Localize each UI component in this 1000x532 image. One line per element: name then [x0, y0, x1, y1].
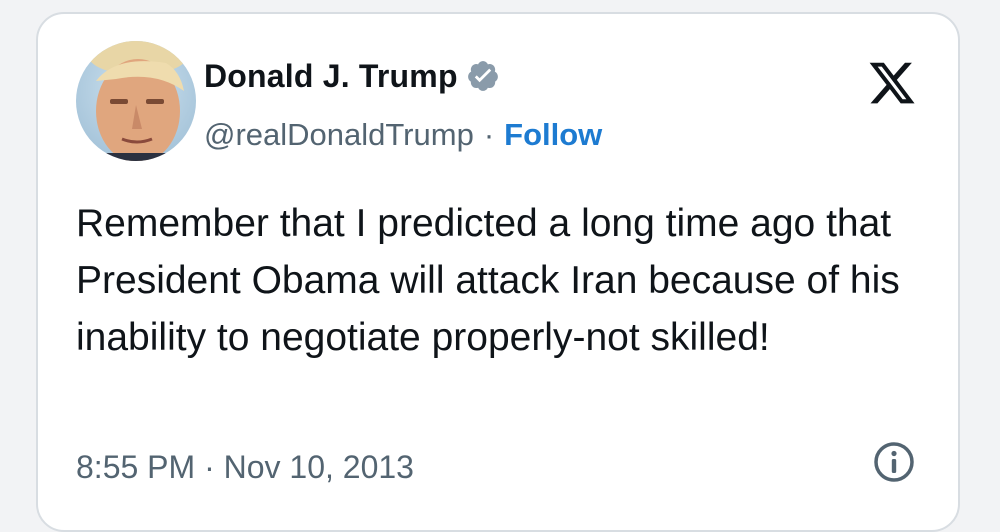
verified-badge-icon[interactable] — [466, 59, 500, 93]
avatar-image — [76, 41, 196, 161]
author-handle[interactable]: @realDonaldTrump — [204, 117, 474, 153]
author-display-name[interactable]: Donald J. Trump — [204, 58, 458, 95]
x-logo-icon[interactable] — [866, 58, 918, 108]
tweet-text: Remember that I predicted a long time ag… — [76, 202, 900, 359]
follow-button[interactable]: Follow — [504, 117, 602, 153]
avatar[interactable] — [76, 41, 196, 161]
author-handle-row: @realDonaldTrump · Follow — [204, 115, 602, 155]
info-icon[interactable] — [872, 440, 916, 484]
tweet-timestamp[interactable]: 8:55 PM · Nov 10, 2013 — [76, 449, 414, 486]
separator-dot: · — [483, 117, 495, 152]
tweet-card: Donald J. Trump @realDonaldTrump · Follo… — [36, 12, 960, 532]
author-name-row: Donald J. Trump — [204, 54, 500, 98]
